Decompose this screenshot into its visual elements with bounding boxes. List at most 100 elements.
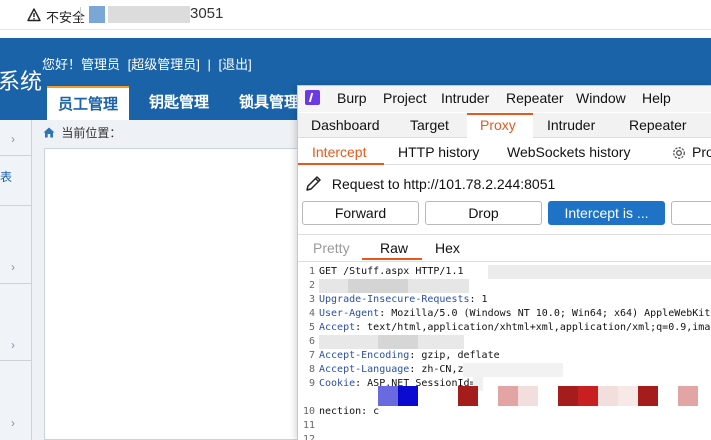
tab-intercept[interactable]: Intercept <box>312 144 366 160</box>
tab-hex[interactable]: Hex <box>435 240 460 256</box>
line-number: 7 <box>308 350 315 361</box>
burp-window: Burp Project Intruder Repeater Window He… <box>297 85 711 440</box>
header-key: Upgrade-Insecure-Requests <box>319 294 470 305</box>
menu-repeater[interactable]: Repeater <box>506 90 564 106</box>
tab-http-history[interactable]: HTTP history <box>398 144 479 160</box>
editor-line[interactable]: 10 nection: c <box>298 405 711 419</box>
header-value: : text/html,application/xhtml+xml,applic… <box>355 322 711 333</box>
breadcrumb-label: 当前位置： <box>61 126 122 140</box>
panel-divider <box>298 234 711 235</box>
redacted-block <box>678 386 698 406</box>
line-number: 3 <box>308 294 315 305</box>
address-bar[interactable]: 不安全 3051 <box>0 0 711 30</box>
home-icon <box>43 127 55 138</box>
redacted-block <box>498 386 518 406</box>
menu-intruder[interactable]: Intruder <box>441 90 489 106</box>
intercept-toggle-button[interactable]: Intercept is ... <box>548 201 665 225</box>
menu-window[interactable]: Window <box>576 90 626 106</box>
request-target: Request to http://101.78.2.244:8051 <box>304 175 555 193</box>
editor-line[interactable]: 12 <box>298 433 711 440</box>
redacted-block <box>558 386 578 406</box>
line-number: 12 <box>302 434 315 440</box>
header-value: GET /Stuff.aspx HTTP/1.1 <box>319 266 464 277</box>
tab-dashboard[interactable]: Dashboard <box>311 117 380 133</box>
line-content: User-Agent: Mozilla/5.0 (Windows NT 10.0… <box>319 307 711 321</box>
forward-button[interactable]: Forward <box>302 201 419 225</box>
tab-raw[interactable]: Raw <box>380 240 408 256</box>
chevron-right-icon[interactable]: › <box>11 416 15 430</box>
header-key: Accept-Encoding <box>319 350 410 361</box>
logout-link[interactable]: [退出] <box>219 57 252 72</box>
header-value: nection: c <box>319 406 380 417</box>
line-number: 4 <box>308 308 315 319</box>
line-number: 8 <box>308 364 315 375</box>
tab-key-management[interactable]: 钥匙管理 <box>138 86 220 120</box>
menu-project[interactable]: Project <box>383 90 427 106</box>
line-number: 11 <box>302 420 315 431</box>
redacted-block <box>458 386 478 406</box>
request-editor[interactable]: 12 11 10 nection: c 9 Cookie: ASP.NET_Sessio… <box>298 261 711 440</box>
sidebar-divider <box>0 155 32 156</box>
editor-line[interactable]: 7 Accept-Encoding: gzip, deflate <box>298 349 711 363</box>
message-view-tabs: Pretty Raw Hex <box>298 236 711 260</box>
header-value: : 1 <box>469 294 488 305</box>
action-button[interactable] <box>671 201 711 225</box>
line-number: 6 <box>308 336 315 347</box>
content-panel <box>44 148 304 440</box>
tab-pretty[interactable]: Pretty <box>313 240 350 256</box>
redacted-block <box>378 335 418 349</box>
redacted-block <box>398 386 418 406</box>
burp-logo-icon <box>305 90 320 105</box>
editor-line[interactable]: 5 Accept: text/html,application/xhtml+xml… <box>298 321 711 335</box>
user-greeting: 您好！管理员 [超级管理员] | [退出] <box>42 54 256 73</box>
pencil-icon <box>306 176 321 191</box>
request-url-label: Request to http://101.78.2.244:8051 <box>331 176 556 192</box>
warning-icon <box>27 8 41 22</box>
line-content: Accept-Encoding: gzip, deflate <box>319 349 500 363</box>
proxy-subtabs: Intercept HTTP history WebSockets histor… <box>298 139 711 165</box>
editor-line[interactable]: 4 User-Agent: Mozilla/5.0 (Windows NT 10.… <box>298 307 711 321</box>
greeting-separator: | <box>207 57 211 72</box>
editor-line[interactable]: 11 <box>298 419 711 433</box>
header-value: : Mozilla/5.0 (Windows NT 10.0; Win64; x… <box>379 308 711 319</box>
redacted-block <box>598 386 618 406</box>
url-text[interactable]: 3051 <box>190 5 223 22</box>
user-role: [超级管理员] <box>127 57 200 72</box>
tab-staff-management[interactable]: 员工管理 <box>47 86 130 120</box>
redacted-block <box>578 386 598 406</box>
chevron-right-icon[interactable]: › <box>11 132 15 146</box>
system-title: 系统 <box>0 70 43 95</box>
breadcrumb: 当前位置： <box>43 124 121 141</box>
burp-menubar: Burp Project Intruder Repeater Window He… <box>298 86 711 112</box>
header-key: Accept-Language <box>319 364 410 375</box>
line-number: 5 <box>308 322 315 333</box>
drop-button[interactable]: Drop <box>425 201 542 225</box>
header-value: : gzip, deflate <box>409 350 500 361</box>
tab-intruder[interactable]: Intruder <box>547 117 595 133</box>
address-divider <box>80 7 81 23</box>
sidebar-item-label[interactable]: 表 <box>0 168 12 185</box>
line-content: GET /Stuff.aspx HTTP/1.1 <box>319 265 464 279</box>
line-number: 2 <box>308 280 315 291</box>
gear-icon[interactable] <box>671 145 687 161</box>
tab-websockets-history[interactable]: WebSockets history <box>507 144 630 160</box>
redacted-block <box>518 386 538 406</box>
chevron-right-icon[interactable]: › <box>11 338 15 352</box>
tab-proxy[interactable]: Proxy <box>480 117 516 133</box>
line-number: 1 <box>308 266 315 277</box>
redacted-block <box>348 279 408 293</box>
chevron-right-icon[interactable]: › <box>11 260 15 274</box>
menu-help[interactable]: Help <box>642 90 671 106</box>
tab-proxy-settings[interactable]: Pro <box>692 144 711 160</box>
sidebar-divider <box>0 205 32 206</box>
header-key: Accept <box>319 322 356 333</box>
line-content: Accept-Language: zh-CN,zh; <box>319 363 476 377</box>
tab-target[interactable]: Target <box>410 117 449 133</box>
line-content: nection: c <box>319 405 379 419</box>
menu-burp[interactable]: Burp <box>337 90 367 106</box>
redacted-block <box>618 386 638 406</box>
editor-line[interactable]: 3 Upgrade-Insecure-Requests: 1 <box>298 293 711 307</box>
tab-repeater[interactable]: Repeater <box>629 117 687 133</box>
redacted-block <box>378 386 398 406</box>
sidebar-divider <box>0 283 32 284</box>
